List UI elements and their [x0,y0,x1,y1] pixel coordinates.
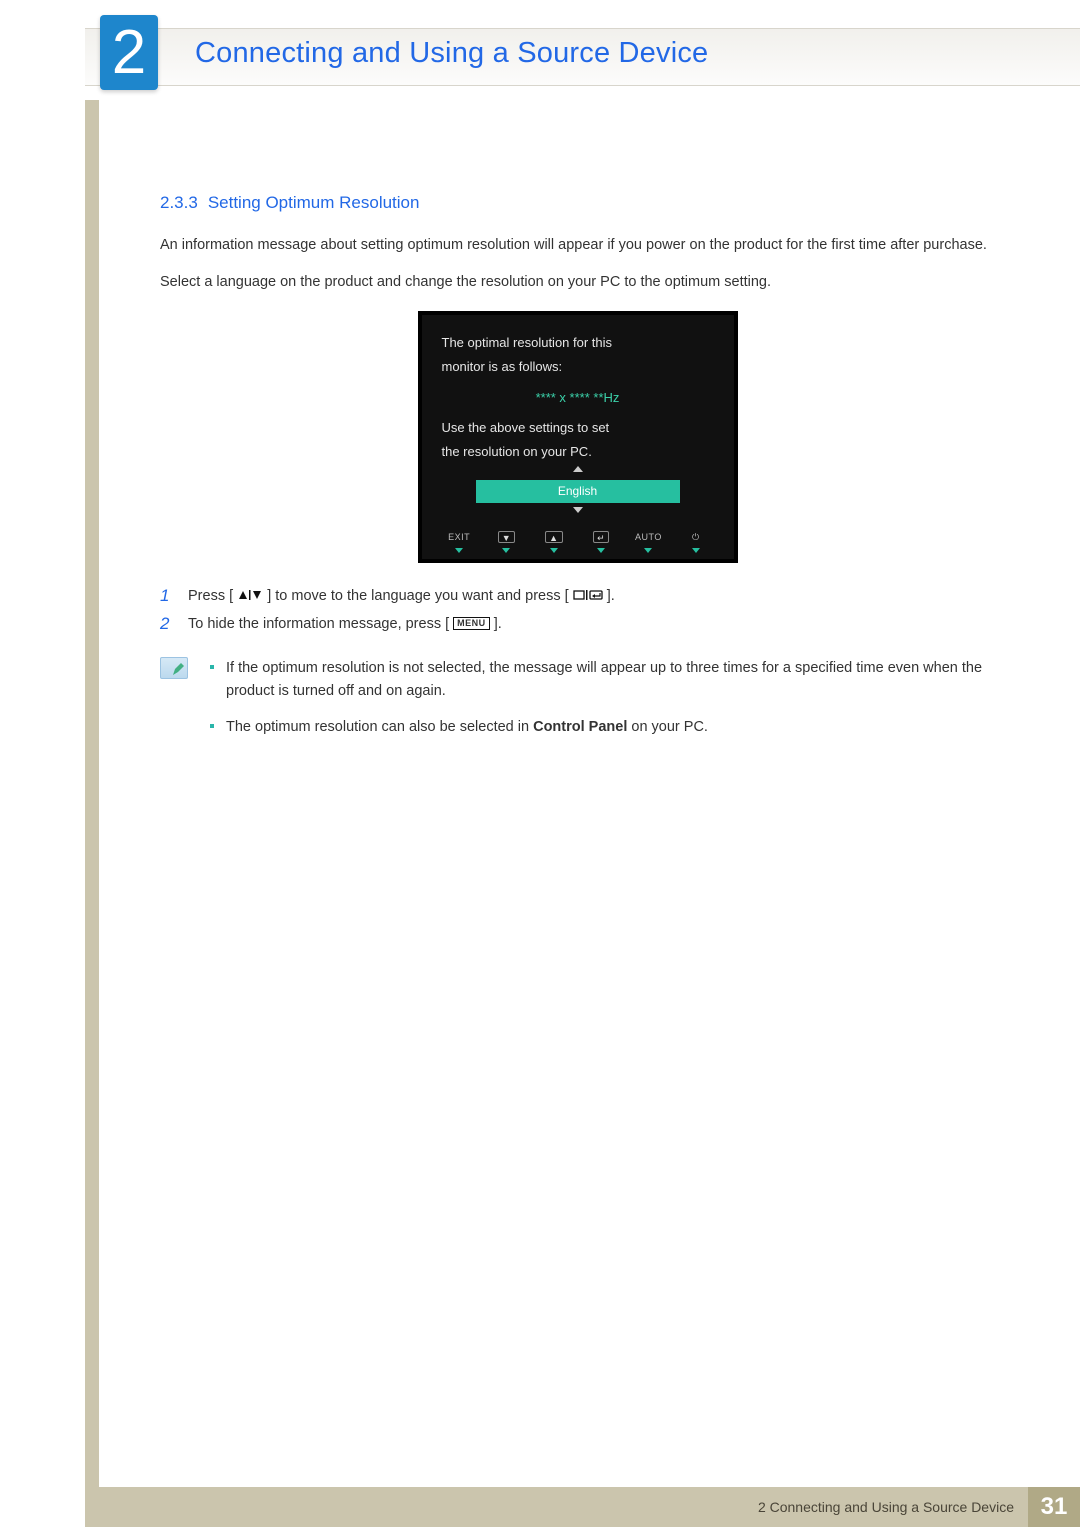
step1-part-c: ]. [607,588,615,604]
step-number-1: 1 [160,585,174,607]
pointer-icon [644,548,652,553]
intro-paragraph-1: An information message about setting opt… [160,234,995,256]
step-1-text: Press [ ] to move to the language you wa… [188,585,995,607]
section-heading: 2.3.3 Setting Optimum Resolution [160,190,995,216]
osd-resolution-value: **** x **** **Hz [436,388,720,408]
note2-a: The optimum resolution can also be selec… [226,719,533,735]
chapter-title: Connecting and Using a Source Device [195,37,708,70]
osd-auto-label: AUTO [626,531,670,545]
step-2: 2 To hide the information message, press… [160,613,995,635]
section-title: Setting Optimum Resolution [208,193,420,212]
osd-button-row: EXIT ▼ ▲ ↵ AUTO ⏻ [436,531,720,546]
osd-enter-icon: ↵ [579,531,623,546]
osd-screenshot-wrap: The optimal resolution for this monitor … [160,311,995,562]
chapter-number-badge: 2 [100,15,158,90]
content-area: 2.3.3 Setting Optimum Resolution An infor… [160,190,995,753]
osd-line-1: The optimal resolution for this [442,333,714,353]
step1-part-b: ] to move to the language you want and p… [267,588,568,604]
note-list: If the optimum resolution is not selecte… [210,657,995,752]
osd-exit-label: EXIT [437,531,481,545]
pointer-icon [550,548,558,553]
osd-line-4: the resolution on your PC. [442,442,714,462]
osd-power-icon: ⏻ [674,531,718,545]
step1-part-a: Press [ [188,588,233,604]
bullet-icon [210,724,214,728]
note-2-text: The optimum resolution can also be selec… [226,716,708,738]
footer-chapter-text: 2 Connecting and Using a Source Device [758,1499,1028,1515]
osd-language-value: English [558,484,597,498]
pointer-icon [597,548,605,553]
chapter-number: 2 [112,17,146,88]
left-spine-decoration [85,100,99,1527]
note-1-text: If the optimum resolution is not selecte… [226,657,995,702]
pointer-icon [502,548,510,553]
note-icon [160,657,188,679]
footer-page-number: 31 [1028,1487,1080,1527]
note-item-1: If the optimum resolution is not selecte… [210,657,995,702]
up-down-button-icon [237,589,263,601]
step-number-2: 2 [160,613,174,635]
menu-button-icon: MENU [453,617,490,630]
osd-line-3: Use the above settings to set [442,418,714,438]
step-2-text: To hide the information message, press [… [188,613,995,635]
step2-part-b: ]. [494,616,502,632]
osd-lang-up-icon [573,466,583,472]
intro-paragraph-2: Select a language on the product and cha… [160,271,995,293]
osd-pointer-row [436,548,720,555]
osd-line-2: monitor is as follows: [442,357,714,377]
footer-band: 2 Connecting and Using a Source Device 3… [85,1487,1080,1527]
note2-bold: Control Panel [533,719,627,735]
osd-down-icon: ▼ [484,531,528,546]
osd-up-icon: ▲ [532,531,576,546]
pointer-icon [455,548,463,553]
note-block: If the optimum resolution is not selecte… [160,657,995,752]
note2-b: on your PC. [627,719,708,735]
bullet-icon [210,665,214,669]
step2-part-a: To hide the information message, press [ [188,616,449,632]
note-item-2: The optimum resolution can also be selec… [210,716,995,738]
pointer-icon [692,548,700,553]
osd-language-selector: English [476,480,680,503]
source-enter-button-icon [573,589,603,601]
osd-panel: The optimal resolution for this monitor … [418,311,738,562]
osd-lang-down-icon [573,507,583,513]
step-1: 1 Press [ ] to move to the language you … [160,585,995,607]
section-number: 2.3.3 [160,193,198,212]
